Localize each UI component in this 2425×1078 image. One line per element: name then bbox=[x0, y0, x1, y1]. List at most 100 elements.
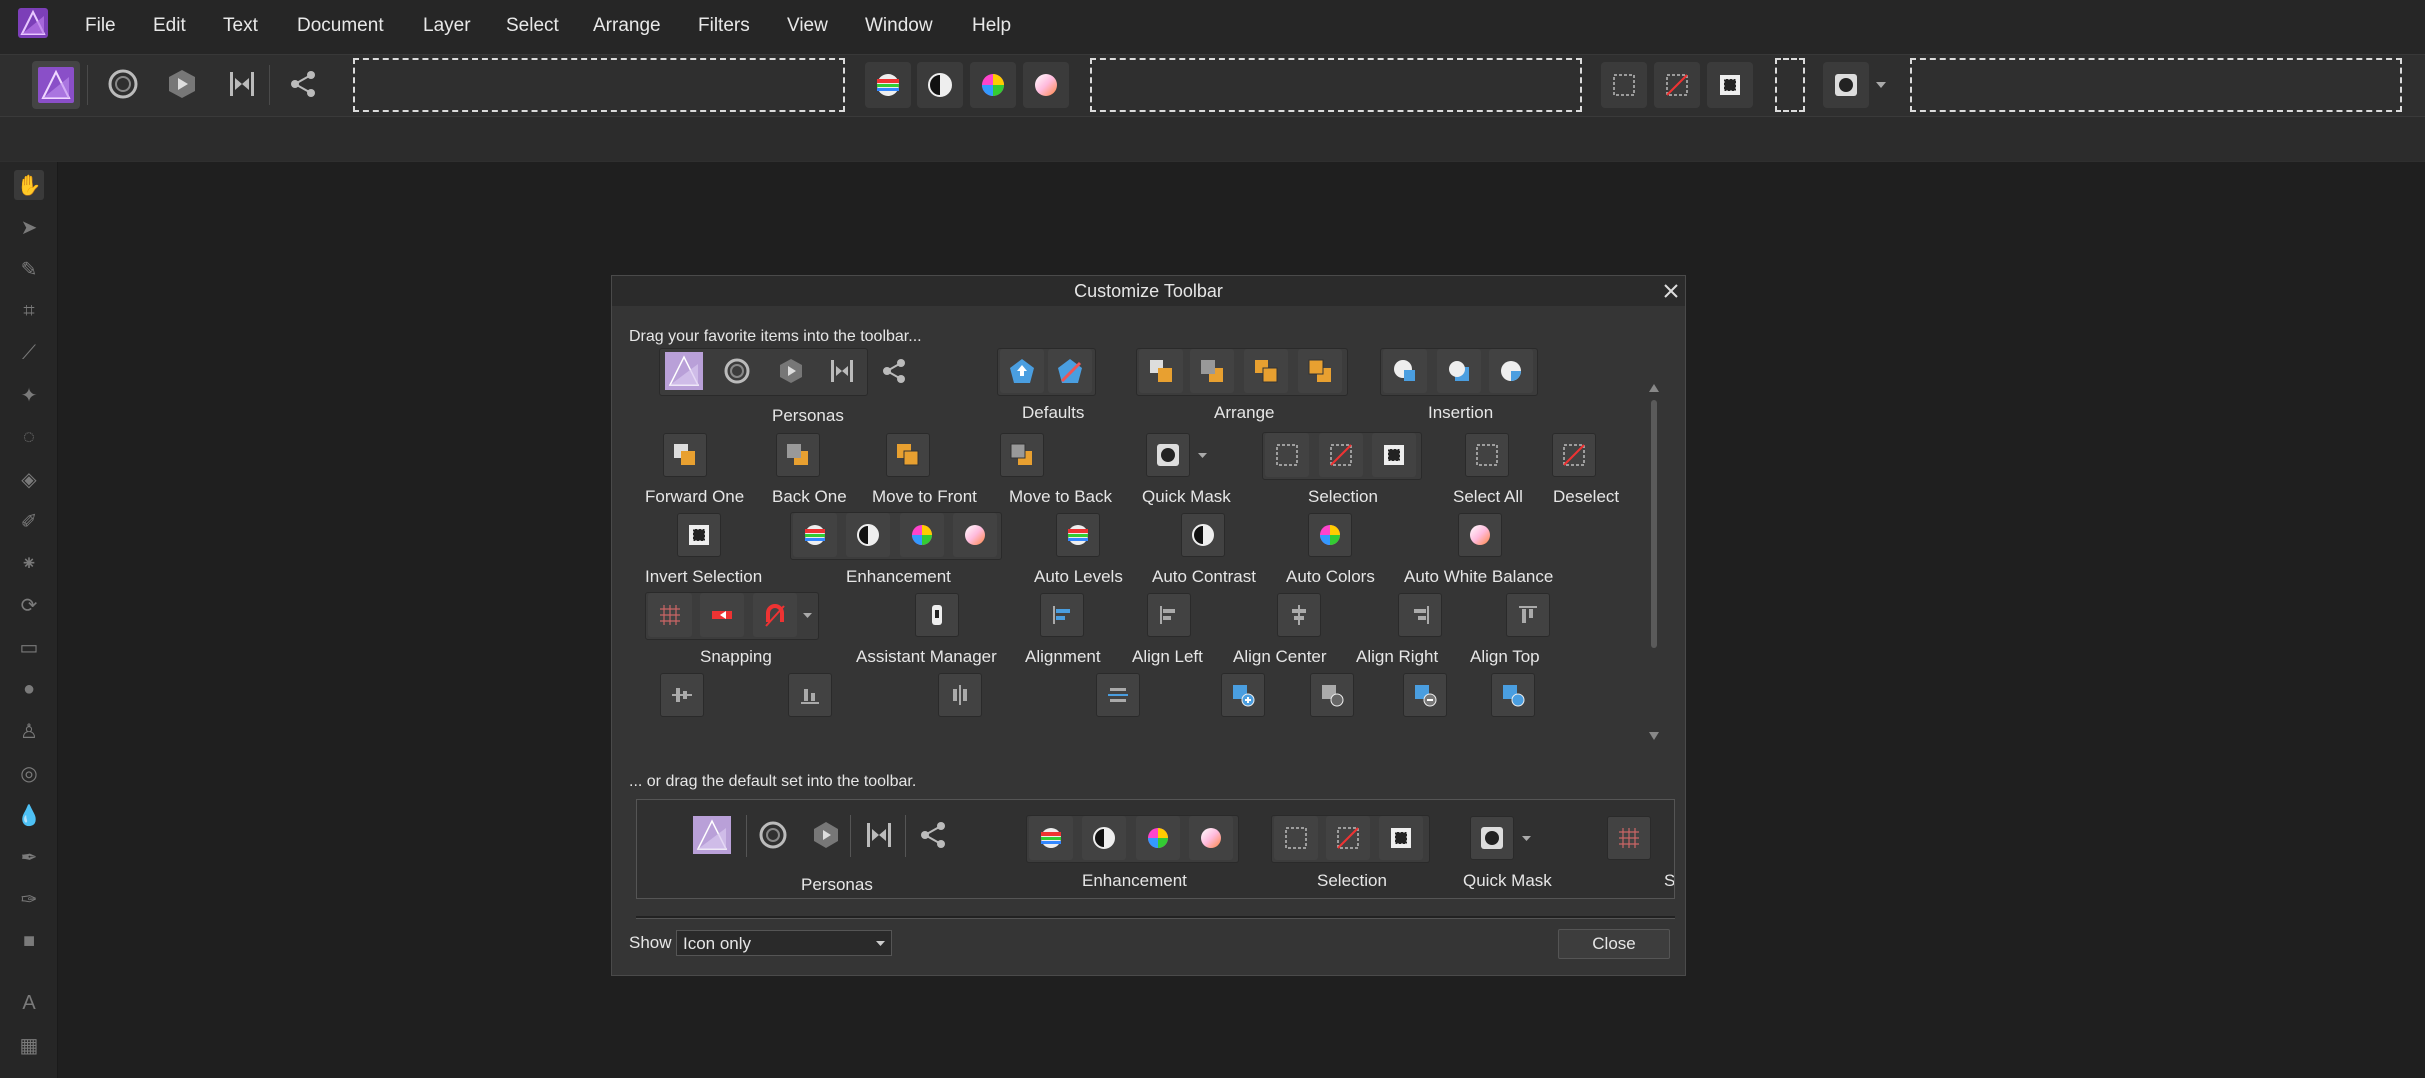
crop-tool-icon[interactable]: ⌗ bbox=[14, 296, 44, 326]
hand-tool-icon[interactable]: ✋ bbox=[14, 170, 44, 200]
photo-persona-button[interactable] bbox=[32, 61, 80, 109]
menu-filters[interactable]: Filters bbox=[698, 15, 750, 37]
quick-mask-label: Quick Mask bbox=[1142, 487, 1231, 506]
auto-levels-icon-single[interactable] bbox=[1056, 513, 1100, 557]
export-persona-icon[interactable] bbox=[280, 61, 326, 107]
move-to-front-icon[interactable] bbox=[886, 433, 930, 477]
brush-tool-icon[interactable]: ✎ bbox=[14, 254, 44, 284]
select-all-icon[interactable] bbox=[1601, 62, 1647, 108]
menu-edit[interactable]: Edit bbox=[153, 15, 186, 37]
auto-white-balance-icon[interactable] bbox=[1023, 62, 1069, 108]
close-button[interactable]: Close bbox=[1558, 929, 1670, 959]
space-horizontally-icon[interactable] bbox=[938, 673, 982, 717]
quick-mask-dropdown-icon[interactable] bbox=[1870, 62, 1892, 108]
scrollbar-thumb[interactable] bbox=[1651, 400, 1657, 648]
default-set-panel[interactable]: Personas Enhancement Selection Quick Mas… bbox=[636, 799, 1675, 899]
tone-mapping-persona-icon[interactable] bbox=[219, 61, 265, 107]
node-tool-icon[interactable]: ✑ bbox=[14, 884, 44, 914]
selection-brush-tool-icon[interactable]: ✦ bbox=[14, 380, 44, 410]
auto-contrast-icon-single[interactable] bbox=[1181, 513, 1225, 557]
text-tool-icon[interactable]: A bbox=[14, 988, 44, 1018]
arrange-to-back-icon bbox=[1298, 349, 1342, 393]
snapping-magnet-icon bbox=[753, 593, 797, 637]
back-one-icon[interactable] bbox=[776, 433, 820, 477]
subtract-geometry-icon[interactable] bbox=[1310, 673, 1354, 717]
select-all-icon-single[interactable] bbox=[1465, 433, 1509, 477]
invert-selection-label: Invert Selection bbox=[645, 567, 763, 586]
quick-mask-icon[interactable] bbox=[1823, 62, 1869, 108]
quick-mask-icon[interactable] bbox=[1146, 433, 1190, 477]
selection-label: Selection bbox=[1308, 487, 1378, 506]
alignment-icon[interactable] bbox=[1040, 593, 1084, 637]
menu-help[interactable]: Help bbox=[972, 15, 1011, 37]
align-top-label: Align Top bbox=[1470, 647, 1540, 666]
auto-white-balance-icon bbox=[953, 513, 997, 557]
pen-tool-icon[interactable]: ✒ bbox=[14, 842, 44, 872]
mesh-warp-tool-icon[interactable]: ▦ bbox=[14, 1030, 44, 1060]
forward-one-icon[interactable] bbox=[663, 433, 707, 477]
menu-document[interactable]: Document bbox=[297, 15, 384, 37]
affinity-photo-logo[interactable] bbox=[18, 8, 48, 38]
invert-selection-icon-single[interactable] bbox=[677, 513, 721, 557]
toolbar-drop-zone-2[interactable] bbox=[1090, 58, 1582, 112]
auto-colors-icon-single[interactable] bbox=[1308, 513, 1352, 557]
move-to-back-icon[interactable] bbox=[1000, 433, 1044, 477]
color-picker-tool-icon[interactable]: ⟋ bbox=[14, 338, 44, 368]
invert-selection-icon[interactable] bbox=[1707, 62, 1753, 108]
rectangle-tool-icon[interactable]: ■ bbox=[14, 926, 44, 956]
liquify-persona-icon[interactable] bbox=[100, 61, 146, 107]
space-vertically-icon[interactable] bbox=[1096, 673, 1140, 717]
deselect-icon[interactable] bbox=[1654, 62, 1700, 108]
align-bottom-icon[interactable] bbox=[788, 673, 832, 717]
auto-contrast-icon[interactable] bbox=[917, 62, 963, 108]
develop-persona-icon[interactable] bbox=[159, 61, 205, 107]
scroll-up-icon[interactable] bbox=[1648, 383, 1660, 393]
dialog-title: Customize Toolbar bbox=[1074, 281, 1223, 301]
toolbar-drop-zone-3[interactable] bbox=[1775, 58, 1805, 112]
blur-tool-icon[interactable]: ● bbox=[14, 674, 44, 704]
menu-layer[interactable]: Layer bbox=[423, 15, 471, 37]
marquee-tool-icon[interactable]: ◌ bbox=[14, 422, 44, 452]
auto-white-balance-icon-single[interactable] bbox=[1458, 513, 1502, 557]
align-middle-icon[interactable] bbox=[660, 673, 704, 717]
menu-text[interactable]: Text bbox=[223, 15, 258, 37]
red-eye-tool-icon[interactable]: ◎ bbox=[14, 758, 44, 788]
dodge-tool-icon[interactable]: ⟳ bbox=[14, 590, 44, 620]
toolbar-drop-zone[interactable] bbox=[353, 58, 845, 112]
align-right-icon[interactable] bbox=[1398, 593, 1442, 637]
move-tool-icon[interactable]: ➤ bbox=[14, 212, 44, 242]
menu-view[interactable]: View bbox=[787, 15, 828, 37]
flood-fill-tool-icon[interactable]: ◈ bbox=[14, 464, 44, 494]
divide-geometry-icon[interactable] bbox=[1491, 673, 1535, 717]
divider bbox=[636, 916, 1675, 919]
add-geometry-icon[interactable] bbox=[1221, 673, 1265, 717]
insert-below-icon bbox=[1489, 349, 1533, 393]
menu-file[interactable]: File bbox=[85, 15, 116, 37]
show-select[interactable]: Icon only bbox=[676, 930, 892, 956]
auto-levels-icon[interactable] bbox=[865, 62, 911, 108]
intersect-geometry-icon[interactable] bbox=[1403, 673, 1447, 717]
assistant-manager-icon[interactable] bbox=[915, 593, 959, 637]
toolbar-drop-zone-4[interactable] bbox=[1910, 58, 2402, 112]
sharpen-tool-icon[interactable]: 💧 bbox=[14, 800, 44, 830]
align-left-icon[interactable] bbox=[1147, 593, 1191, 637]
move-to-front-label: Move to Front bbox=[872, 487, 977, 506]
invert-selection-icon bbox=[1372, 433, 1416, 477]
clone-tool-icon[interactable]: ⁕ bbox=[14, 548, 44, 578]
snapping-dropdown-icon[interactable] bbox=[798, 593, 816, 637]
auto-colors-icon[interactable] bbox=[970, 62, 1016, 108]
arrange-label: Arrange bbox=[1214, 403, 1275, 422]
erase-tool-icon[interactable]: ▭ bbox=[14, 632, 44, 662]
close-icon[interactable] bbox=[1662, 282, 1680, 300]
quick-mask-dropdown-icon[interactable] bbox=[1192, 433, 1212, 477]
paint-brush-tool-icon[interactable]: ✐ bbox=[14, 506, 44, 536]
inpainting-tool-icon[interactable]: ♙ bbox=[14, 716, 44, 746]
scroll-down-icon[interactable] bbox=[1648, 731, 1660, 741]
deselect-icon-single[interactable] bbox=[1552, 433, 1596, 477]
menu-select[interactable]: Select bbox=[506, 15, 559, 37]
align-center-icon[interactable] bbox=[1277, 593, 1321, 637]
align-top-icon[interactable] bbox=[1506, 593, 1550, 637]
menu-window[interactable]: Window bbox=[865, 15, 933, 37]
auto-contrast-label: Auto Contrast bbox=[1152, 567, 1256, 586]
menu-arrange[interactable]: Arrange bbox=[593, 15, 661, 37]
